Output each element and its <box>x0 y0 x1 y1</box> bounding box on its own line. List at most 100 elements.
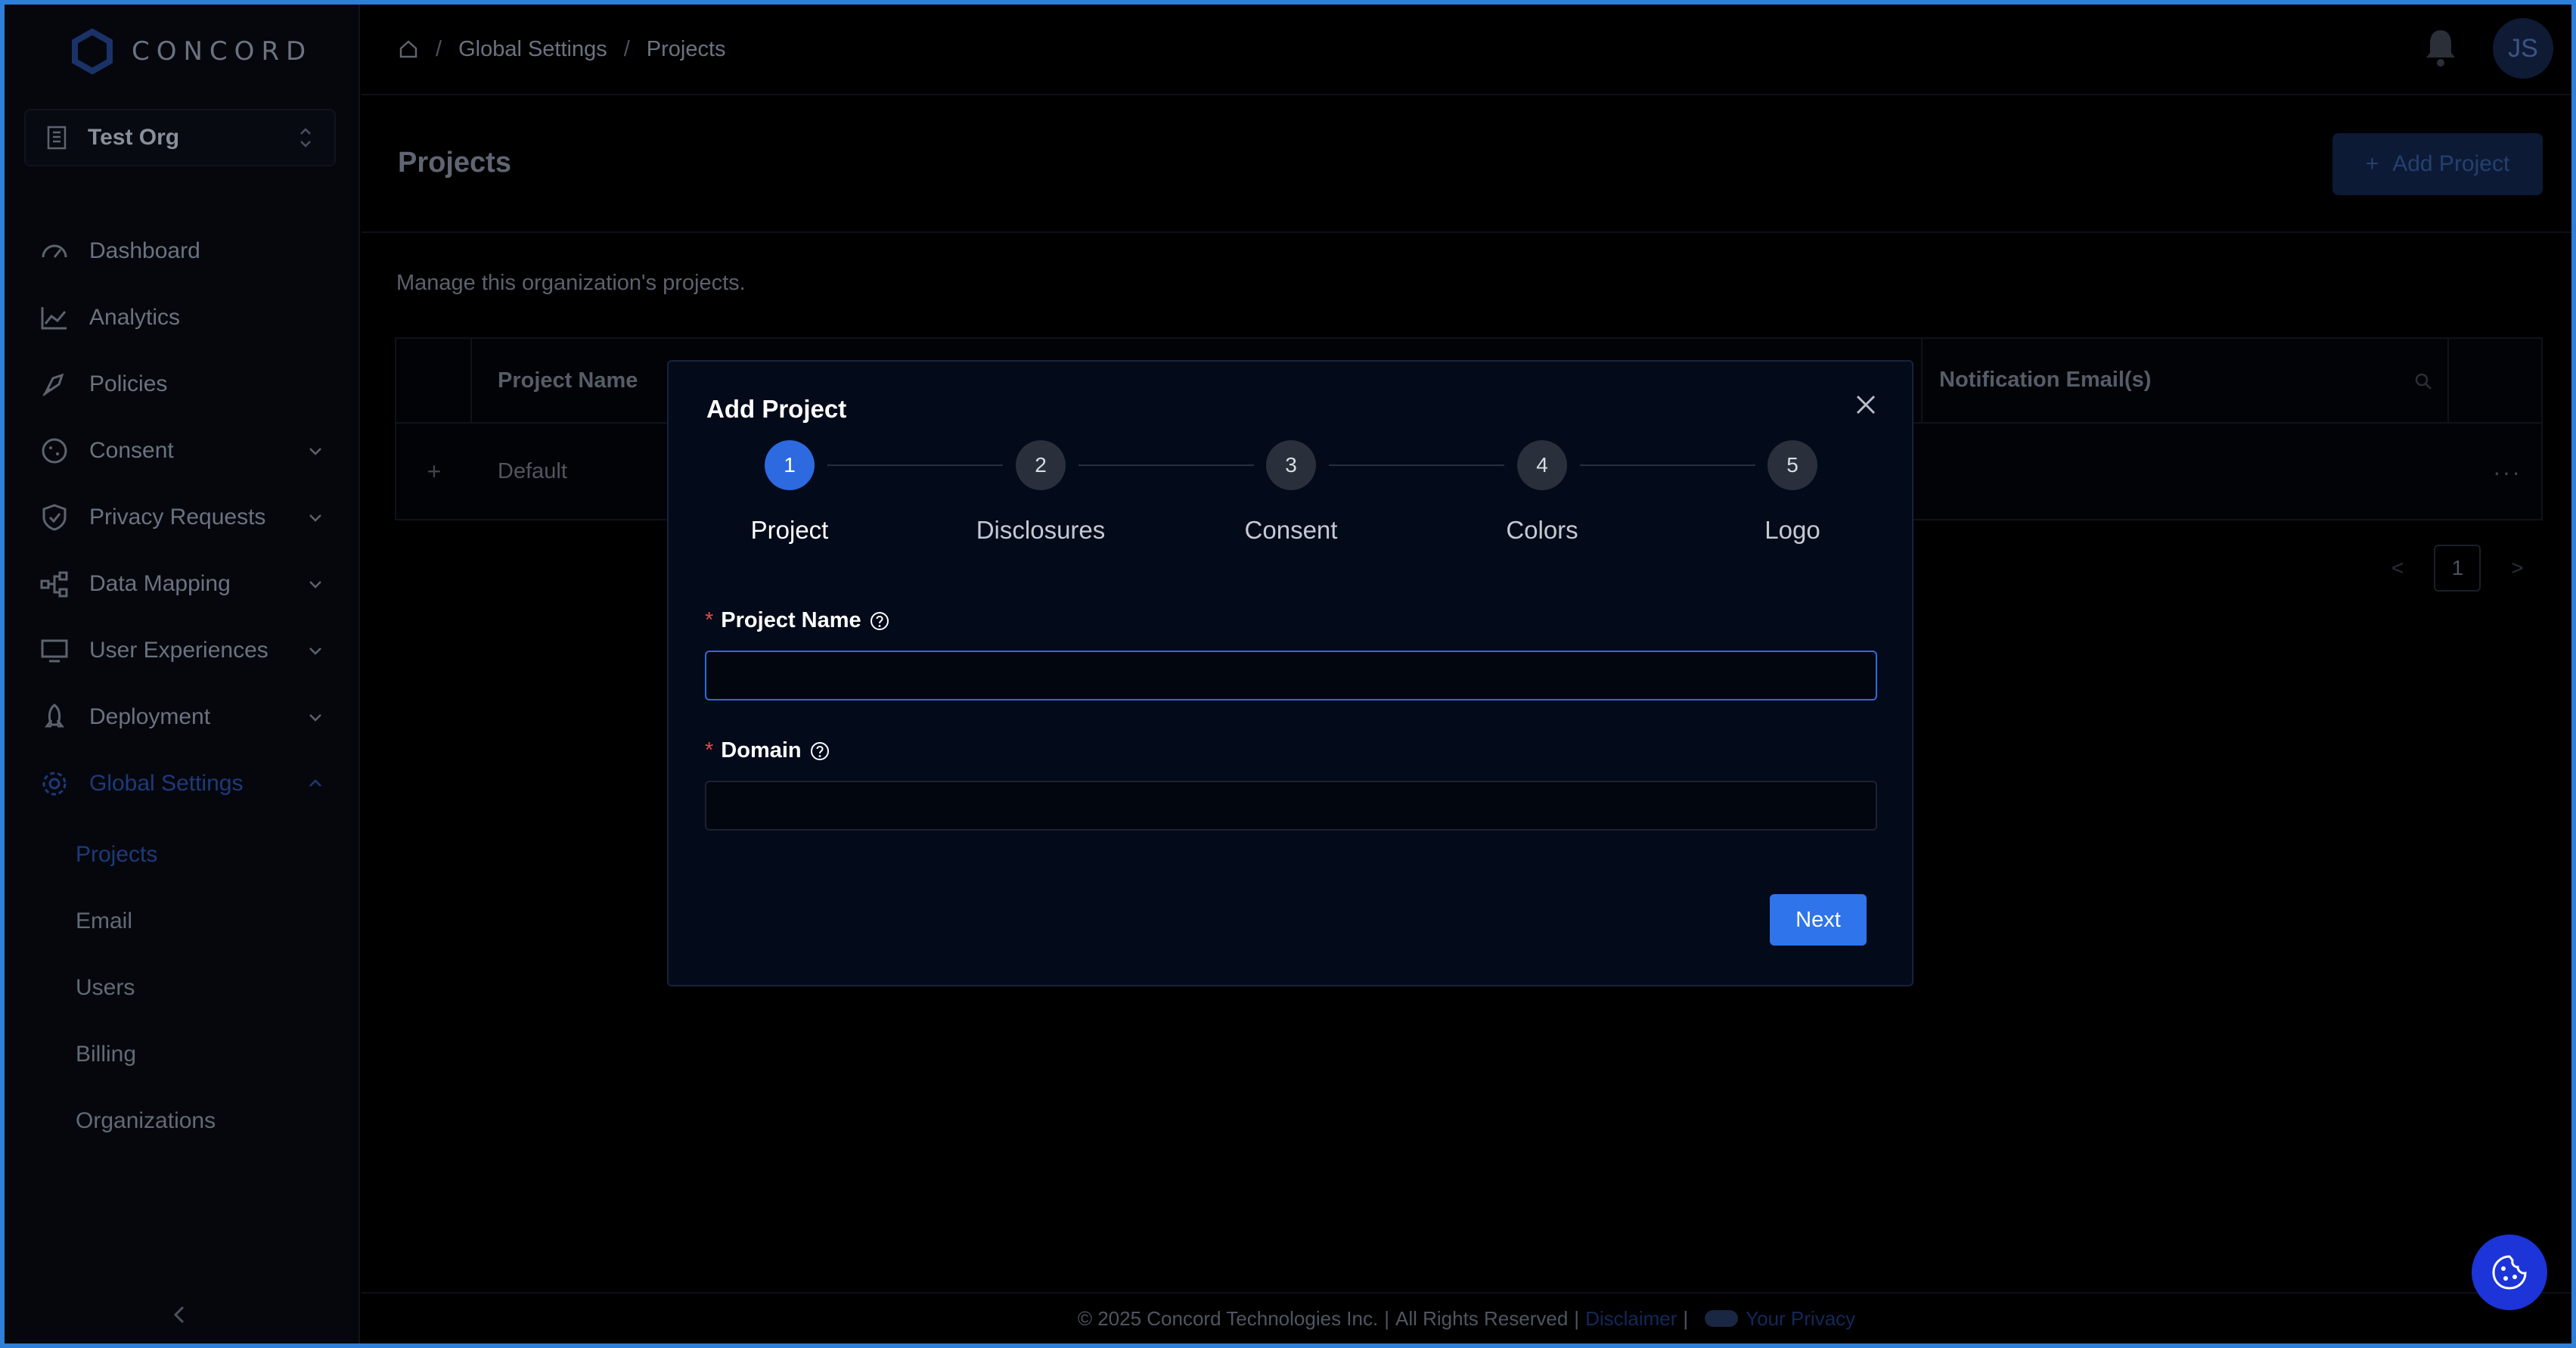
concord-logo-icon <box>72 28 113 75</box>
page-description: Manage this organization's projects. <box>396 271 746 295</box>
sidebar-subitem-organizations[interactable]: Organizations <box>5 1088 360 1154</box>
modal-title: Add Project <box>706 395 847 423</box>
footer-separator: | <box>1574 1306 1580 1330</box>
breadcrumb-separator: / <box>436 36 442 61</box>
bell-icon[interactable] <box>2422 26 2460 70</box>
brand-logo[interactable]: CONCORD <box>68 27 312 76</box>
step-number: 2 <box>1016 440 1066 490</box>
add-project-label: Add Project <box>2392 151 2510 176</box>
domain-input[interactable] <box>705 781 1877 831</box>
column-divider <box>1921 339 1923 424</box>
data-mapping-icon <box>40 571 68 598</box>
help-icon[interactable] <box>809 741 830 762</box>
domain-label-text: Domain <box>721 738 802 763</box>
plus-icon: + <box>2365 151 2379 176</box>
sidebar-item-analytics[interactable]: Analytics <box>5 284 360 351</box>
pagination: < 1 > <box>2391 545 2524 592</box>
home-icon[interactable] <box>398 39 419 60</box>
sidebar-subitem-email[interactable]: Email <box>5 888 360 955</box>
sidebar-item-deployment[interactable]: Deployment <box>5 684 360 750</box>
domain-label: * Domain <box>705 738 830 763</box>
step-label: Consent <box>1244 516 1338 544</box>
step-label: Colors <box>1506 516 1578 544</box>
column-divider <box>2447 339 2449 424</box>
close-icon[interactable] <box>1853 392 1879 418</box>
breadcrumb-global-settings[interactable]: Global Settings <box>458 37 607 62</box>
project-name-input[interactable] <box>705 651 1877 700</box>
cookie-icon <box>2492 1255 2527 1290</box>
dashboard-icon <box>42 244 67 258</box>
sidebar-item-global-settings[interactable]: Global Settings <box>5 750 360 817</box>
building-icon <box>47 126 67 150</box>
step-label: Logo <box>1764 516 1820 544</box>
disclaimer-link[interactable]: Disclaimer <box>1585 1307 1677 1331</box>
add-project-button[interactable]: + Add Project <box>2332 133 2543 195</box>
breadcrumb-projects: Projects <box>646 36 726 61</box>
monitor-icon <box>41 639 68 663</box>
your-privacy-link[interactable]: Your Privacy <box>1746 1307 1855 1331</box>
sidebar-item-data-mapping[interactable]: Data Mapping <box>5 551 360 617</box>
project-name-label-text: Project Name <box>721 608 861 632</box>
row-actions-menu[interactable]: ··· <box>2493 458 2522 486</box>
sidebar-subitem-billing[interactable]: Billing <box>5 1021 360 1088</box>
sidebar-item-consent[interactable]: Consent <box>5 418 360 484</box>
top-bar: / Global Settings / Projects JS <box>362 5 2571 95</box>
brand-name: CONCORD <box>132 36 313 67</box>
sidebar-item-label: Privacy Requests <box>89 505 266 530</box>
page-header: Projects + Add Project <box>362 97 2571 233</box>
sidebar-item-label: Deployment <box>89 704 211 729</box>
privacy-choices-icon <box>1705 1310 1739 1327</box>
next-page-button[interactable]: > <box>2511 556 2523 580</box>
chevron-down-icon <box>309 448 321 455</box>
step-label: Disclosures <box>976 516 1106 544</box>
step-number: 4 <box>1517 440 1567 490</box>
breadcrumb-separator: / <box>623 36 630 61</box>
step-number: 3 <box>1266 440 1316 490</box>
footer-separator: | <box>1683 1306 1689 1330</box>
step-number: 1 <box>765 440 815 490</box>
sidebar-item-label: Policies <box>89 371 168 396</box>
chevron-up-down-icon <box>300 128 311 148</box>
copyright-text: © 2025 Concord Technologies Inc. <box>1077 1306 1379 1330</box>
add-project-modal: Add Project 1 Project 2 Disclosures 3 Co… <box>667 360 1913 986</box>
sidebar-item-label: Dashboard <box>89 238 200 263</box>
sidebar-item-dashboard[interactable]: Dashboard <box>5 218 360 284</box>
page-number[interactable]: 1 <box>2434 545 2481 592</box>
next-button[interactable]: Next <box>1770 894 1867 946</box>
project-name-label: * Project Name <box>705 608 890 633</box>
sidebar-subitem-projects[interactable]: Projects <box>5 822 360 888</box>
column-header-notification-email[interactable]: Notification Email(s) <box>1939 368 2151 393</box>
sidebar-item-privacy-requests[interactable]: Privacy Requests <box>5 484 360 551</box>
sidebar-item-user-experiences[interactable]: User Experiences <box>5 617 360 684</box>
search-icon[interactable] <box>2413 371 2434 392</box>
step-consent[interactable]: 3 Consent <box>1208 440 1374 545</box>
footer-separator: | <box>1384 1306 1389 1330</box>
chevron-down-icon <box>309 581 321 589</box>
page-title: Projects <box>398 147 511 179</box>
step-colors[interactable]: 4 Colors <box>1459 440 1625 545</box>
gear-icon <box>42 772 67 796</box>
prev-page-button[interactable]: < <box>2391 556 2404 580</box>
global-settings-submenu: Projects Email Users Billing Organizatio… <box>5 817 360 1154</box>
sidebar-item-label: Data Mapping <box>89 571 231 596</box>
step-label: Project <box>750 516 829 544</box>
shield-icon <box>42 504 67 531</box>
cookie-settings-button[interactable] <box>2472 1235 2547 1310</box>
footer: © 2025 Concord Technologies Inc. | All R… <box>362 1292 2571 1343</box>
help-icon[interactable] <box>869 610 890 632</box>
avatar[interactable]: JS <box>2493 18 2553 79</box>
consent-icon <box>42 438 67 464</box>
breadcrumb: / Global Settings / Projects <box>398 37 726 62</box>
step-disclosures[interactable]: 2 Disclosures <box>957 440 1124 545</box>
sidebar-item-label: Global Settings <box>89 771 244 796</box>
sidebar: CONCORD Test Org Dashboard Analytics Pol… <box>5 5 360 1343</box>
sidebar-subitem-users[interactable]: Users <box>5 955 360 1021</box>
expand-row-button[interactable]: + <box>396 458 472 486</box>
chevron-down-icon <box>309 514 321 522</box>
step-project[interactable]: 1 Project <box>706 440 873 545</box>
stepper: 1 Project 2 Disclosures 3 Consent 4 Colo… <box>669 440 1915 561</box>
collapse-sidebar-icon[interactable] <box>166 1300 192 1330</box>
sidebar-item-policies[interactable]: Policies <box>5 351 360 418</box>
step-logo[interactable]: 5 Logo <box>1709 440 1876 545</box>
org-selector[interactable]: Test Org <box>24 109 336 166</box>
